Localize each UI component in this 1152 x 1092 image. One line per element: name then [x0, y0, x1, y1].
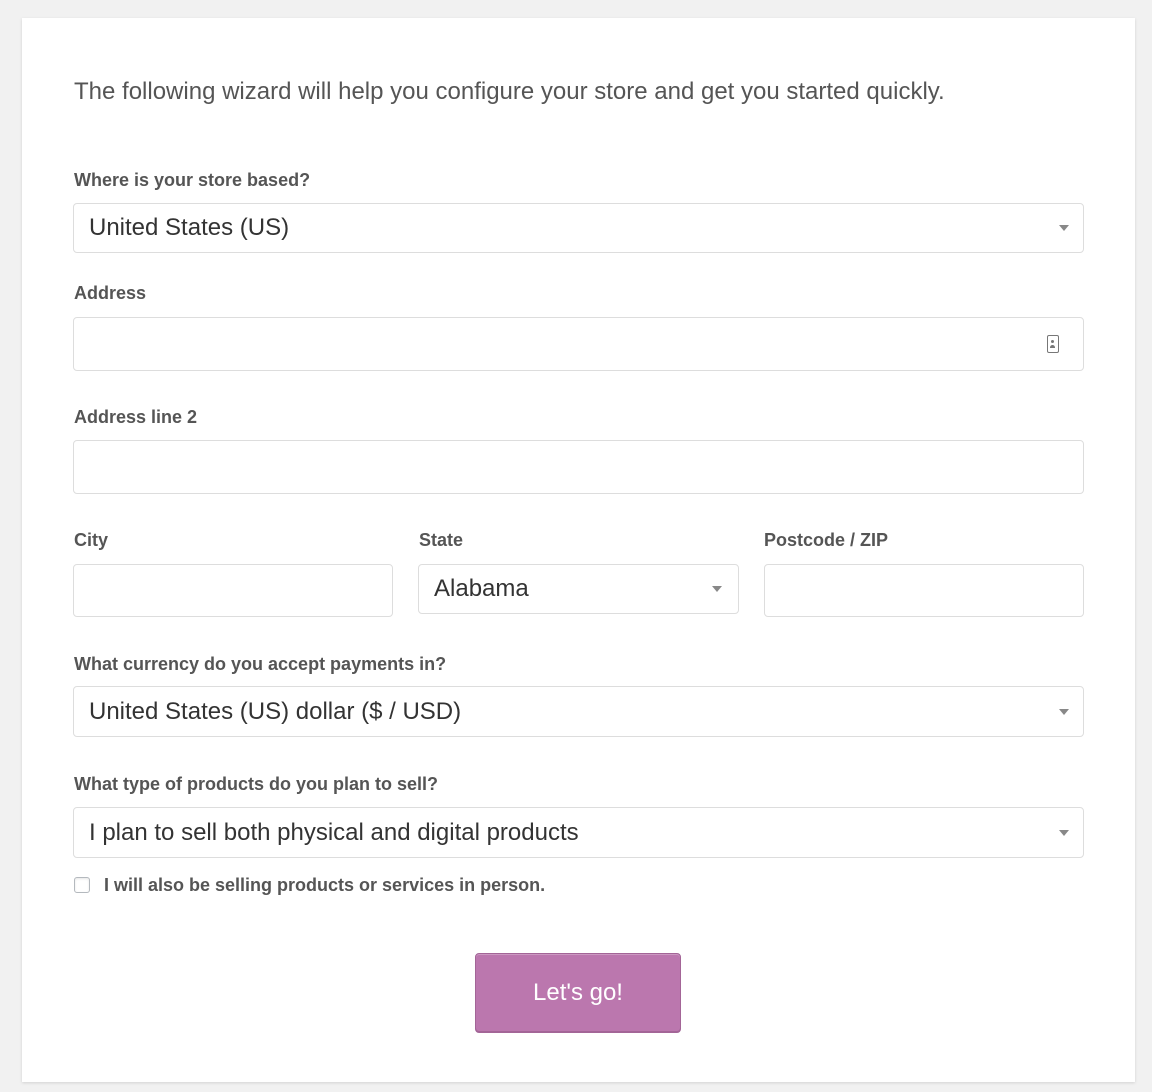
state-label: State — [419, 530, 464, 550]
postcode-input[interactable] — [764, 564, 1084, 617]
address-line-2-input[interactable] — [73, 440, 1084, 494]
chevron-down-icon — [712, 586, 722, 592]
city-label: City — [74, 530, 109, 550]
currency-label: What currency do you accept payments in? — [74, 654, 447, 674]
address-line-2-label: Address line 2 — [74, 407, 198, 427]
currency-select[interactable]: United States (US) dollar ($ / USD) — [73, 686, 1084, 737]
in-person-checkbox[interactable] — [74, 877, 90, 893]
contact-card-icon[interactable] — [1047, 335, 1059, 353]
address-label: Address — [74, 283, 147, 303]
lets-go-button[interactable]: Let's go! — [475, 953, 681, 1032]
chevron-down-icon — [1059, 829, 1069, 836]
address-input[interactable] — [73, 317, 1084, 371]
store-location-select[interactable]: United States (US) — [73, 203, 1084, 253]
product-type-value: I plan to sell both physical and digital… — [89, 818, 579, 846]
currency-value: United States (US) dollar ($ / USD) — [89, 697, 462, 725]
chevron-down-icon — [1059, 225, 1069, 231]
state-select[interactable]: Alabama — [418, 564, 739, 614]
store-location-value: United States (US) — [89, 214, 290, 241]
product-type-label: What type of products do you plan to sel… — [74, 774, 438, 794]
postcode-label: Postcode / ZIP — [764, 530, 889, 550]
store-location-label: Where is your store based? — [74, 170, 311, 190]
in-person-option: I will also be selling products or servi… — [74, 874, 545, 896]
intro-text: The following wizard will help you confi… — [74, 78, 945, 105]
chevron-down-icon — [1059, 708, 1069, 715]
in-person-checkbox-label[interactable]: I will also be selling products or servi… — [104, 875, 545, 896]
product-type-select[interactable]: I plan to sell both physical and digital… — [73, 807, 1084, 858]
setup-wizard-card: The following wizard will help you confi… — [22, 18, 1135, 1082]
state-value: Alabama — [434, 575, 529, 602]
city-input[interactable] — [73, 564, 393, 617]
